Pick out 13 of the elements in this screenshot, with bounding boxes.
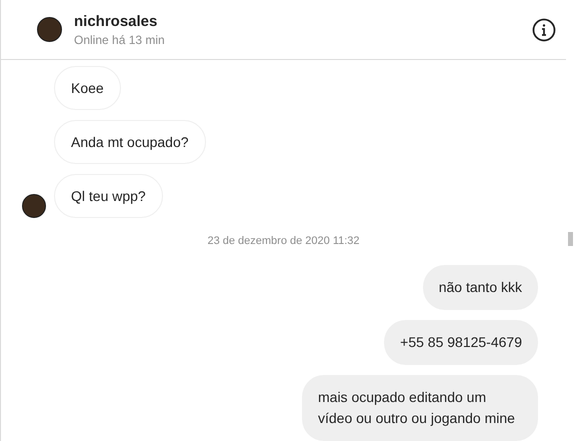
message-bubble: não tanto kkk bbox=[422, 264, 538, 310]
message-bubble: mais ocupado editando um vídeo ou outro ou jogando mine bbox=[302, 374, 538, 440]
username[interactable]: nichrosales bbox=[74, 12, 165, 32]
avatar bbox=[37, 17, 62, 42]
message-bubble: +55 85 98125-4679 bbox=[384, 320, 538, 364]
message-bubble: Ql teu wpp? bbox=[54, 174, 163, 218]
status-text: Online há 13 min bbox=[74, 32, 165, 48]
message-bubble: Koee bbox=[54, 66, 121, 110]
info-icon[interactable] bbox=[532, 18, 556, 42]
date-separator: 23 de dezembro de 2020 11:32 bbox=[207, 234, 360, 249]
message-bubble: Anda mt ocupado? bbox=[54, 120, 206, 164]
avatar bbox=[22, 194, 46, 218]
scrollbar-thumb[interactable] bbox=[568, 232, 573, 246]
